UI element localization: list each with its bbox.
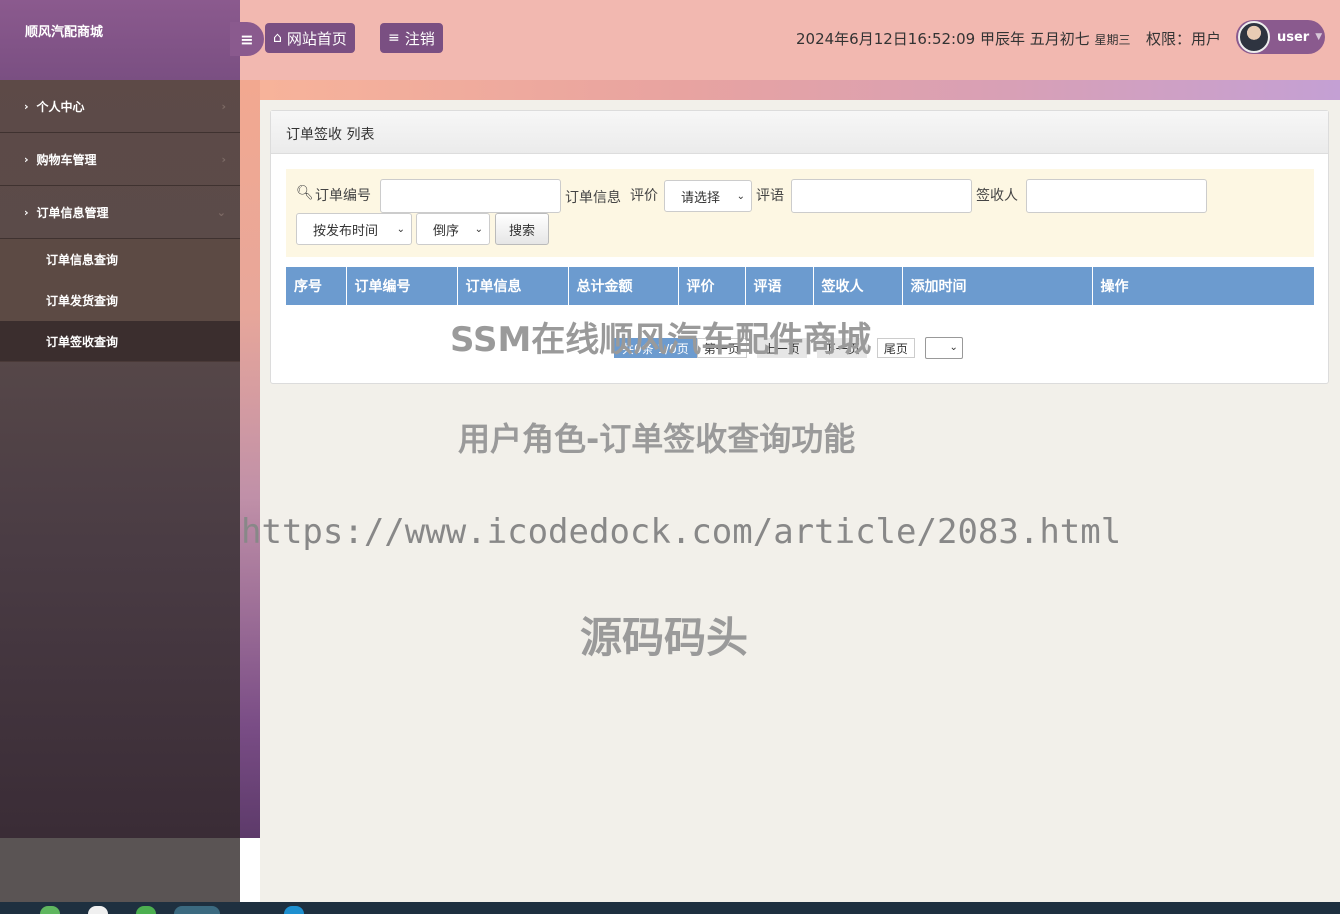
watermark-url: https://www.icodedock.com/article/2083.h…	[241, 512, 1122, 552]
receiver-label: 签收人	[976, 188, 1018, 204]
taskbar-active-app[interactable]	[174, 906, 220, 914]
sort-order-select[interactable]: 倒序 ⌄	[416, 213, 490, 245]
chevron-right-icon: ›	[221, 99, 226, 113]
taskbar-app-icon[interactable]	[284, 906, 304, 914]
column-header: 订单编号	[346, 267, 458, 305]
order-info-label: 订单信息	[565, 190, 621, 206]
datetime-text: 2024年6月12日16:52:09 甲辰年 五月初七	[796, 30, 1090, 48]
chevron-down-icon: ⌄	[736, 190, 745, 202]
home-button-label: 网站首页	[286, 29, 347, 48]
sidebar-item-label: 购物车管理	[36, 152, 97, 167]
chevron-down-icon: ⌄	[949, 342, 958, 353]
decorative-strip	[240, 80, 260, 838]
search-button[interactable]: 搜索	[495, 213, 549, 245]
page-select[interactable]: ⌄	[924, 337, 963, 359]
brand-title: 顺风汽配商城	[0, 0, 240, 80]
chevron-down-icon: ⌄	[474, 223, 483, 235]
column-header: 总计金额	[568, 267, 679, 305]
column-header: 签收人	[813, 267, 903, 305]
column-header: 订单信息	[457, 267, 569, 305]
taskbar-app-icon[interactable]	[136, 906, 156, 914]
main-content: 订单签收 列表 🔍︎ 订单编号 订单信息 评价 请选择 ⌄ 评语 签收人 按发布…	[260, 100, 1340, 902]
sidebar: 顺风汽配商城 › 个人中心 › › 购物车管理 › › 订单信息管理 ⌄ 订单信…	[0, 0, 240, 838]
taskbar-app-icon[interactable]	[40, 906, 60, 914]
caret-down-icon: ▼	[1315, 32, 1323, 42]
sidebar-item-order-info[interactable]: › 订单信息管理 ⌄	[0, 186, 240, 239]
watermark-brand: 源码码头	[580, 613, 749, 662]
rating-label: 评价	[630, 188, 658, 204]
sidebar-subitem-order-query[interactable]: 订单信息查询	[0, 239, 240, 280]
comment-label: 评语	[756, 188, 784, 204]
sidebar-subitem-shipping-query[interactable]: 订单发货查询	[0, 280, 240, 321]
rating-select[interactable]: 请选择 ⌄	[664, 180, 752, 212]
table-header-row: 序号 订单编号 订单信息 总计金额 评价 评语 签收人 添加时间 操作	[286, 267, 1314, 305]
sidebar-item-cart[interactable]: › 购物车管理 ›	[0, 133, 240, 186]
logout-button-label: 注销	[404, 29, 435, 48]
home-icon: ⌂	[273, 30, 282, 46]
search-form: 🔍︎ 订单编号 订单信息 评价 请选择 ⌄ 评语 签收人 按发布时间 ⌄ 倒序 …	[286, 169, 1314, 257]
column-header: 评语	[745, 267, 814, 305]
datetime-display: 2024年6月12日16:52:09 甲辰年 五月初七 星期三	[796, 28, 1131, 49]
menu-toggle-icon[interactable]: ≡	[230, 22, 264, 56]
taskbar-app-icon[interactable]	[88, 906, 108, 914]
sidebar-item-label: 个人中心	[36, 99, 85, 114]
sort-field-select[interactable]: 按发布时间 ⌄	[296, 213, 412, 245]
chevron-down-icon: ⌄	[396, 223, 405, 235]
panel-title: 订单签收 列表	[271, 111, 1328, 154]
home-button[interactable]: ⌂ 网站首页	[265, 23, 355, 53]
column-header: 序号	[286, 267, 347, 305]
watermark-title: SSM在线顺风汽车配件商城	[450, 320, 872, 360]
sidebar-item-personal-center[interactable]: › 个人中心 ›	[0, 80, 240, 133]
sort-field-value: 按发布时间	[313, 223, 379, 239]
receiver-input[interactable]	[1026, 179, 1207, 213]
last-page-button[interactable]: 尾页	[876, 338, 915, 358]
data-table: 序号 订单编号 订单信息 总计金额 评价 评语 签收人 添加时间 操作	[286, 267, 1314, 305]
chevron-right-icon: ›	[24, 99, 29, 113]
permission-text: 权限：用户	[1146, 30, 1222, 48]
sort-order-value: 倒序	[433, 223, 460, 239]
top-header: ≡ ⌂ 网站首页 ≡ 注销 2024年6月12日16:52:09 甲辰年 五月初…	[230, 0, 1340, 80]
chevron-down-icon: ⌄	[216, 205, 226, 219]
search-icon: 🔍︎	[296, 185, 314, 201]
chevron-right-icon: ›	[24, 152, 29, 166]
avatar	[1238, 21, 1270, 53]
username: user	[1277, 29, 1310, 45]
rating-select-value: 请选择	[681, 190, 721, 206]
order-no-label: 订单编号	[315, 188, 371, 204]
decorative-strip	[240, 80, 1340, 100]
weekday-text: 星期三	[1094, 33, 1131, 47]
sidebar-subitem-receipt-query[interactable]: 订单签收查询	[0, 321, 240, 362]
chevron-right-icon: ›	[24, 205, 29, 219]
logout-button[interactable]: ≡ 注销	[380, 23, 443, 53]
list-icon: ≡	[388, 30, 400, 46]
user-menu[interactable]: user ▼	[1236, 20, 1325, 54]
order-no-input[interactable]	[380, 179, 561, 213]
column-header: 添加时间	[902, 267, 1093, 305]
column-header: 评价	[678, 267, 746, 305]
sidebar-item-label: 订单信息管理	[36, 205, 109, 220]
column-header: 操作	[1092, 267, 1314, 305]
comment-input[interactable]	[791, 179, 972, 213]
watermark-subtitle: 用户角色-订单签收查询功能	[458, 420, 856, 458]
sidebar-footer	[0, 838, 240, 902]
chevron-right-icon: ›	[221, 152, 226, 166]
